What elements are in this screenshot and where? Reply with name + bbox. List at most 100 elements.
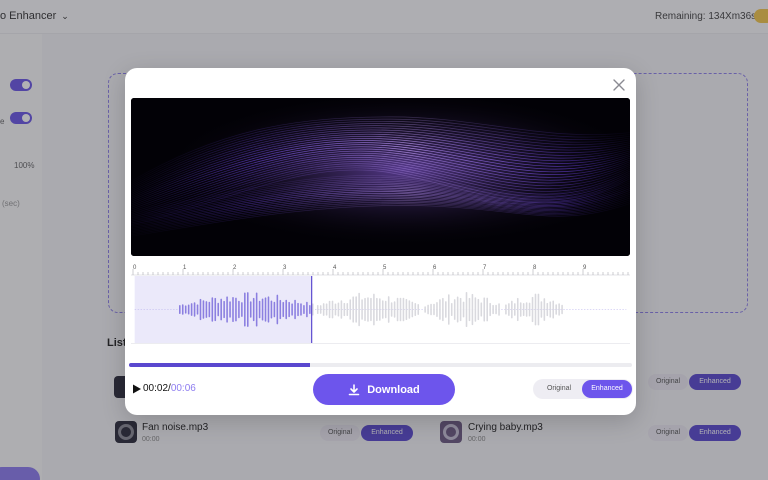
waveform-bar	[303, 304, 305, 315]
waveform-bar	[453, 299, 456, 320]
waveform-bar	[390, 302, 393, 317]
waveform-bar	[226, 296, 228, 323]
waveform-bar	[282, 301, 285, 318]
waveform-bar	[462, 301, 465, 318]
play-icon[interactable]	[132, 384, 142, 394]
original-enhanced-toggle: Original Enhanced	[533, 379, 633, 399]
waveform-bar	[334, 303, 337, 316]
waveform-bar	[223, 300, 225, 319]
waveform-bar	[325, 303, 328, 316]
waveform-bar	[328, 300, 331, 319]
waveform-bar	[465, 291, 468, 328]
waveform-bar	[414, 302, 417, 317]
waveform-bar	[229, 301, 231, 318]
waveform-bar	[558, 303, 560, 316]
waveform-bar	[220, 298, 222, 321]
progress-fill	[129, 363, 311, 367]
playback-progress[interactable]	[129, 363, 632, 367]
waveform-bar	[288, 301, 290, 318]
waveform-bar	[217, 302, 220, 317]
waveform-bar	[483, 297, 486, 322]
waveform-bar	[511, 300, 513, 319]
waveform-bar	[211, 297, 214, 322]
waveform-bar	[456, 296, 459, 323]
waveform-bar	[331, 300, 334, 319]
waveform-bar	[309, 305, 311, 314]
waveform-bar	[543, 298, 546, 321]
ruler-label: 6	[433, 265, 437, 271]
waveform-bar	[261, 298, 264, 321]
waveform-bar	[433, 303, 435, 316]
waveform-bar	[255, 292, 258, 327]
waveform-bar	[249, 301, 252, 318]
waveform-bar	[405, 298, 408, 321]
waveform-bar	[519, 302, 522, 317]
waveform-bar	[232, 296, 234, 323]
waveform-bar	[514, 303, 516, 316]
waveform-bar	[427, 304, 429, 315]
ruler-label: 4	[333, 265, 337, 271]
preview-modal: 0 1 2 3 4 5 6 7 8 9 00:02/00:06 Download…	[125, 68, 636, 415]
waveform-bar	[459, 297, 462, 322]
waveform-bar	[424, 306, 426, 313]
waveform-bar	[361, 299, 363, 320]
waveform-bar	[468, 297, 471, 322]
waveform[interactable]	[131, 276, 630, 344]
waveform-bar	[276, 294, 279, 325]
waveform-bar	[396, 297, 399, 322]
waveform-bar	[384, 300, 387, 319]
waveform-bar	[306, 301, 308, 318]
waveform-bar	[537, 293, 540, 326]
ruler-label: 7	[483, 265, 487, 271]
waveform-bar	[208, 301, 211, 318]
ruler-label: 8	[533, 265, 537, 271]
waveform-bar	[430, 303, 432, 316]
waveform-bar	[436, 302, 438, 317]
waveform-bar	[399, 297, 402, 322]
waveform-bar	[376, 297, 378, 322]
waveform-bar	[316, 305, 319, 314]
waveform-bar	[258, 300, 261, 319]
waveform-bar	[381, 300, 384, 319]
waveform-bar	[300, 303, 302, 316]
waveform-bar	[450, 302, 453, 317]
waveform-bar	[373, 293, 375, 326]
waveform-bar	[355, 296, 357, 323]
waveform-bar	[291, 303, 293, 316]
waveform-bar	[402, 297, 405, 322]
waveform-bar	[214, 297, 217, 322]
waveform-bar	[246, 292, 249, 327]
ruler-label: 9	[583, 265, 587, 271]
ruler-label: 1	[183, 265, 187, 271]
waveform-bar	[294, 299, 296, 320]
waveform-bar	[471, 293, 474, 326]
current-time: 00:02	[143, 383, 169, 394]
waveform-bar	[297, 302, 299, 317]
waveform-bar	[349, 299, 352, 320]
waveform-bar	[555, 304, 557, 315]
download-icon	[348, 383, 360, 395]
close-icon[interactable]	[610, 76, 628, 94]
enhanced-toggle-option[interactable]: Enhanced	[582, 380, 632, 398]
waveform-bar	[273, 301, 276, 318]
waveform-bar	[534, 293, 537, 326]
waveform-bar	[492, 304, 494, 315]
waveform-bar	[181, 304, 184, 315]
waveform-bar	[264, 297, 267, 322]
waveform-bar	[505, 304, 507, 315]
waveform-bar	[199, 298, 202, 321]
waveform-bar	[442, 297, 444, 322]
waveform-bar	[552, 300, 555, 319]
download-button[interactable]: Download	[313, 374, 455, 405]
waveform-bar	[525, 302, 528, 317]
waveform-bar	[358, 292, 360, 327]
waveform-bar	[477, 298, 480, 321]
waveform-bar	[367, 297, 369, 322]
original-toggle-option[interactable]: Original	[537, 379, 581, 399]
waveform-bar	[561, 304, 563, 315]
waveform-bar	[522, 302, 525, 317]
waveform-bar	[244, 292, 246, 327]
waveform-bar	[495, 304, 497, 315]
waveform-bar	[343, 302, 346, 317]
waveform-bar	[193, 302, 196, 317]
